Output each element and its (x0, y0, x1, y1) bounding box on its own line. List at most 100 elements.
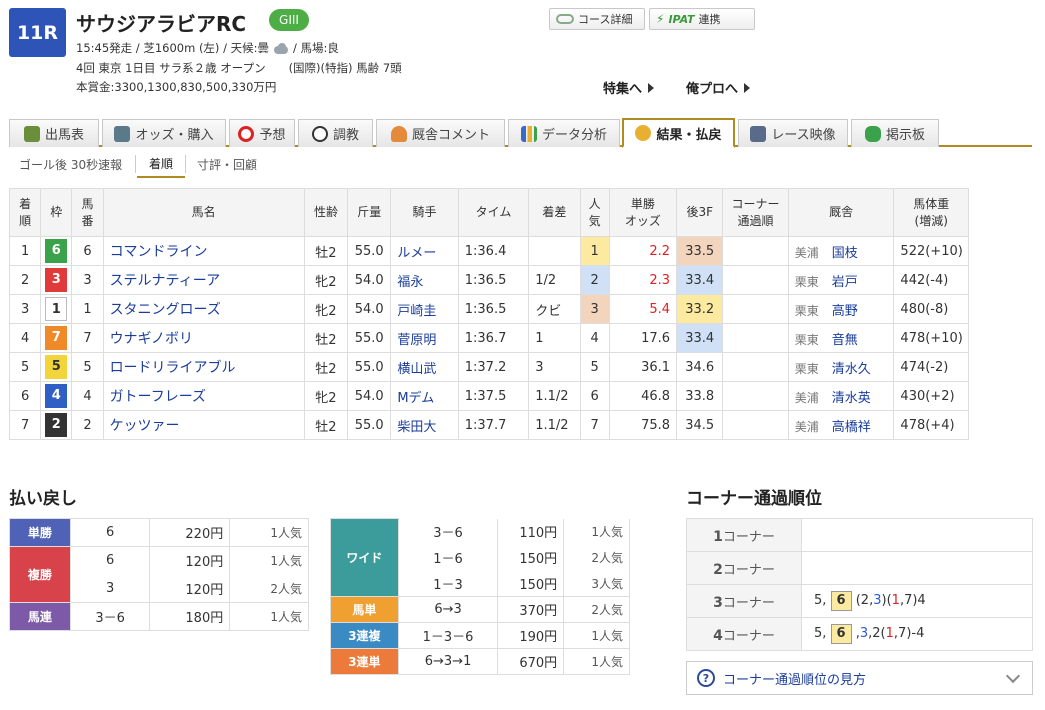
trainer-link[interactable]: 岩戸 (832, 275, 858, 290)
payout-row: 馬連 3－6 180円 1人気 (9, 602, 309, 631)
payout-amount: 150円 (497, 570, 565, 597)
kinryo: 55.0 (347, 236, 392, 266)
horse-name-link[interactable]: コマンドライン (110, 244, 208, 260)
horse-name-link[interactable]: ロードリライアブル (110, 360, 236, 376)
corner-pass (722, 236, 789, 266)
tab-yoso[interactable]: 予想 (229, 119, 295, 147)
time: 1:36.7 (457, 323, 530, 353)
corner-label: 3コーナー (686, 584, 802, 618)
win-odds: 36.1 (608, 352, 678, 382)
tab-race-video[interactable]: レース映像 (738, 119, 848, 147)
payout-type-label: 単勝 (9, 518, 71, 547)
trainer-link[interactable]: 音無 (832, 333, 858, 348)
rank: 1 (8, 236, 42, 266)
payout-combo: 1－3－6 (397, 622, 499, 649)
corner-pass (722, 352, 789, 382)
payout-popularity: 1人気 (563, 622, 630, 649)
prize-money: 本賞金:3300,1300,830,500,330万円 (76, 80, 277, 94)
waku-badge: 5 (45, 355, 68, 379)
subtab-review[interactable]: 寸評・回顧 (197, 150, 257, 178)
corner-order: 5, 6 (2,3)(1,7)4 (801, 584, 1033, 618)
payout-row: 馬単 6→3 370円 2人気 (330, 596, 630, 623)
result-row: 5 5 5 ロードリライアブル 牡2 55.0 横山武 1:37.2 3 5 36.1 34.6 栗東 … (8, 352, 969, 382)
jockey-cell: 柴田大 (390, 410, 459, 440)
tab-data-analysis[interactable]: データ分析 (508, 119, 620, 147)
last-3f: 34.6 (676, 352, 724, 382)
payout-type-label: 3連単 (330, 648, 399, 675)
jockey-link[interactable]: 菅原明 (397, 333, 436, 348)
trainer-link[interactable]: 清水久 (832, 362, 871, 377)
kinryo: 54.0 (347, 265, 392, 295)
horse-name-link[interactable]: ステルナティーア (110, 273, 221, 289)
waku-badge: 3 (45, 268, 68, 292)
payout-amount: 150円 (497, 544, 565, 571)
sexage: 牡2 (303, 236, 349, 266)
horse-name-link[interactable]: ガトーフレーズ (110, 389, 206, 405)
subtab-goal-flash[interactable]: ゴール後 30秒速報 (19, 150, 122, 178)
course-detail-button[interactable]: コース詳細 (549, 8, 645, 30)
subtab-chakujun[interactable]: 着順 (137, 150, 185, 178)
umaban: 7 (71, 323, 104, 353)
header-umaban: 馬番 (71, 188, 104, 237)
orepro-link[interactable]: 俺プロへ (686, 78, 751, 97)
jockey-link[interactable]: Mデム (397, 391, 434, 406)
popularity: 2 (579, 265, 610, 295)
stable-cell: 美浦 清水英 (787, 381, 895, 411)
tab-shutsubahyo[interactable]: 出馬表 (9, 119, 99, 147)
waku-cell: 1 (40, 294, 73, 324)
waku-cell: 3 (40, 265, 73, 295)
horse-name-link[interactable]: スタニングローズ (110, 302, 221, 318)
jockey-link[interactable]: 横山武 (397, 362, 436, 377)
horse-name-link[interactable]: ウナギノボリ (110, 331, 193, 347)
cloudy-weather-icon (272, 42, 290, 54)
margin: 3 (528, 352, 581, 382)
stable-cell: 美浦 国枝 (787, 236, 895, 266)
payout-combo: 6 (69, 546, 151, 575)
time: 1:37.2 (457, 352, 530, 382)
howto-label: コーナー通過順位の見方 (723, 672, 867, 688)
trainer-link[interactable]: 国枝 (832, 246, 858, 261)
trainer-link[interactable]: 高野 (832, 304, 858, 319)
waku-badge: 1 (45, 297, 68, 321)
jockey-link[interactable]: ルメー (397, 246, 436, 261)
payout-row: 3連単 6→3→1 670円 1人気 (330, 648, 630, 675)
corner-howto-accordion[interactable]: ? コーナー通過順位の見方 (686, 661, 1033, 695)
header-sexage: 性齢 (303, 188, 349, 237)
stable-location: 栗東 (794, 332, 819, 347)
waku-cell: 7 (40, 323, 73, 353)
tab-bbs[interactable]: 掲示板 (851, 119, 939, 147)
payout-amount: 220円 (149, 518, 231, 547)
trainer-link[interactable]: 高橋祥 (832, 420, 871, 435)
tab-result-payout[interactable]: 結果・払戻 (622, 118, 735, 148)
track-condition-text: / 馬場:良 (292, 41, 339, 55)
corner-label: 2コーナー (686, 551, 802, 585)
trainer-link[interactable]: 清水英 (832, 391, 871, 406)
win-odds: 5.4 (608, 294, 678, 324)
stable-location: 美浦 (794, 390, 819, 405)
sexage: 牡2 (303, 410, 349, 440)
tab-kyusha-comment[interactable]: 厩舎コメント (376, 119, 505, 147)
ipat-link-button[interactable]: ⚡ IPAT 連携 (649, 8, 755, 30)
jockey-link[interactable]: 福永 (397, 275, 423, 290)
jockey-link[interactable]: 柴田大 (397, 420, 436, 435)
horse-weight: 430(+2) (893, 381, 969, 411)
corner-title: コーナー通過順位 (686, 489, 822, 509)
win-odds: 2.3 (608, 265, 678, 295)
header-horse: 馬名 (102, 188, 305, 237)
stable-location: 栗東 (794, 361, 819, 376)
payout-type-label: 馬単 (330, 596, 399, 623)
jockey-link[interactable]: 戸崎圭 (397, 304, 436, 319)
sexage: 牡2 (303, 323, 349, 353)
tab-odds[interactable]: オッズ・購入 (102, 119, 226, 147)
tokushu-link[interactable]: 特集へ (603, 78, 655, 97)
tab-chokyo[interactable]: 調教 (298, 119, 373, 147)
rank: 4 (8, 323, 42, 353)
tab-label: 結果・払戻 (656, 127, 722, 143)
horse-name-link[interactable]: ケッツァー (110, 418, 180, 434)
orepro-label: 俺プロへ (686, 82, 739, 97)
corner-row-1: 1コーナー (686, 518, 1033, 552)
header-stable: 厩舎 (787, 188, 895, 237)
result-row: 1 6 6 コマンドライン 牡2 55.0 ルメー 1:36.4 1 2.2 33.5 美浦 国枝 52… (8, 236, 969, 266)
waku-cell: 6 (40, 236, 73, 266)
margin: 1 (528, 323, 581, 353)
